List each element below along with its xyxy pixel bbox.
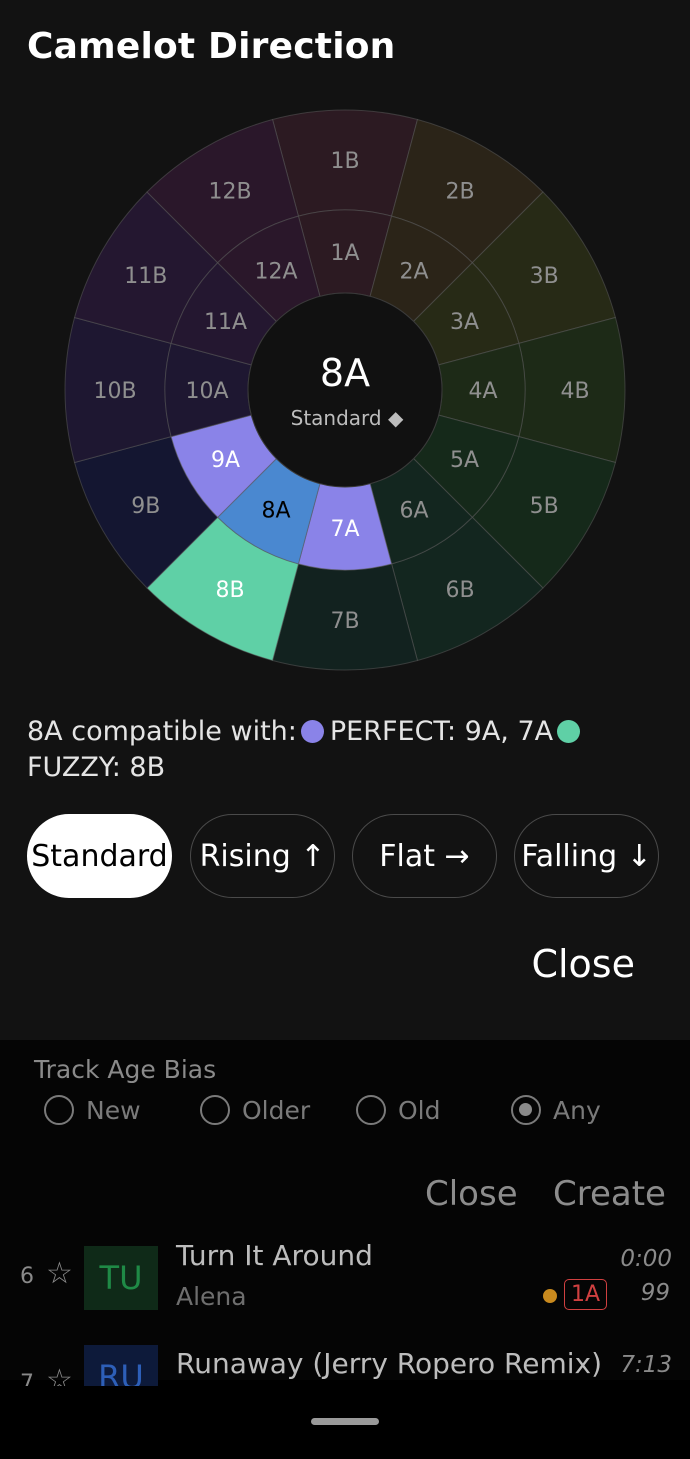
wheel-label-2a: 2A [399,259,428,284]
home-handle[interactable] [311,1418,379,1425]
track-duration: 0:00 [620,1246,672,1272]
age-older-radio[interactable]: Older [200,1095,310,1125]
track-thumbnail: RU [84,1345,158,1386]
wheel-label-1a: 1A [330,241,359,266]
perfect-list: PERFECT: 9A, 7A [329,716,554,747]
wheel-label-8a: 8A [261,498,290,523]
track-duration: 7:13 [620,1352,672,1378]
center-key-label: 8A [320,351,370,395]
wheel-label-7b: 7B [330,609,359,634]
track-number: 6 [20,1264,34,1289]
wheel-label-5a: 5A [450,448,479,473]
fuzzy-dot-icon [557,720,581,743]
standard-button[interactable]: Standard [27,814,172,898]
flat-button[interactable]: Flat → [352,814,497,898]
age-old-radio[interactable]: Old [356,1095,441,1125]
track-title: Runaway (Jerry Ropero Remix) [176,1347,603,1380]
radio-circle-icon [44,1095,74,1125]
radio-selected-icon [511,1095,541,1125]
radio-label: Older [242,1095,311,1125]
wheel-label-6b: 6B [445,578,474,603]
dialog-close-button[interactable]: Close [531,942,635,986]
wheel-label-1b: 1B [330,149,359,174]
rising-button[interactable]: Rising ↑ [190,814,335,898]
star-icon[interactable]: ☆ [46,1363,73,1386]
star-icon[interactable]: ☆ [46,1256,73,1291]
wheel-label-7a: 7A [330,517,359,542]
wheel-label-2b: 2B [445,180,474,205]
track-title: Turn It Around [176,1239,373,1272]
camelot-wheel[interactable]: 1B 2B 3B 4B 5B 6B 7B 8B 9B 10B 11B 12B 1A 2A 3A 4A 5A 6A 7… [0,0,690,700]
wheel-label-11a: 11A [204,310,247,335]
wheel-label-5b: 5B [530,494,559,519]
wheel-label-9a: 9A [211,448,240,473]
radio-circle-icon [200,1095,230,1125]
track-rating: 99 [640,1280,670,1306]
track-artist: Alena [176,1282,247,1311]
radio-label: Old [398,1095,441,1125]
wheel-label-4b: 4B [560,379,589,404]
fuzzy-list: FUZZY: 8B [27,752,166,783]
wheel-label-10b: 10B [93,379,136,404]
track-row[interactable]: 6 ☆ TU Turn It Around Alena 0:00 1A 99 [0,1239,690,1320]
key-badge: 1A [564,1279,608,1310]
wheel-label-12b: 12B [208,180,251,205]
radio-label: Any [553,1095,601,1125]
wheel-label-3b: 3B [530,264,559,289]
compat-prefix: 8A compatible with: [27,716,297,747]
close-button[interactable]: Close [425,1174,518,1214]
wheel-label-11b: 11B [124,264,167,289]
age-new-radio[interactable]: New [44,1095,141,1125]
wheel-label-3a: 3A [450,310,479,335]
wheel-label-4a: 4A [468,379,497,404]
energy-dot-icon [543,1289,557,1303]
radio-label: New [86,1095,141,1125]
age-any-radio[interactable]: Any [511,1095,601,1125]
track-age-bias-label: Track Age Bias [34,1055,217,1084]
track-thumbnail: TU [84,1246,158,1310]
compatibility-text: 8A compatible with: PERFECT: 9A, 7A FUZZY:… [27,714,667,786]
falling-button[interactable]: Falling ↓ [514,814,659,898]
wheel-label-8b: 8B [215,578,244,603]
perfect-dot-icon [300,720,324,743]
radio-circle-icon [356,1095,386,1125]
track-row[interactable]: 7 ☆ RU Runaway (Jerry Ropero Remix) 7:13 [0,1345,690,1386]
camelot-direction-dialog: Camelot Direction 1B 2B 3B 4B 5B 6B 7B 8B 9B 10B 1… [0,0,690,1040]
wheel-label-9b: 9B [131,494,160,519]
track-number: 7 [20,1371,34,1386]
create-button[interactable]: Create [553,1174,666,1214]
wheel-label-12a: 12A [254,259,297,284]
wheel-label-6a: 6A [399,498,428,523]
wheel-label-10a: 10A [185,379,228,404]
center-mode-label: Standard ◆ [291,406,404,430]
